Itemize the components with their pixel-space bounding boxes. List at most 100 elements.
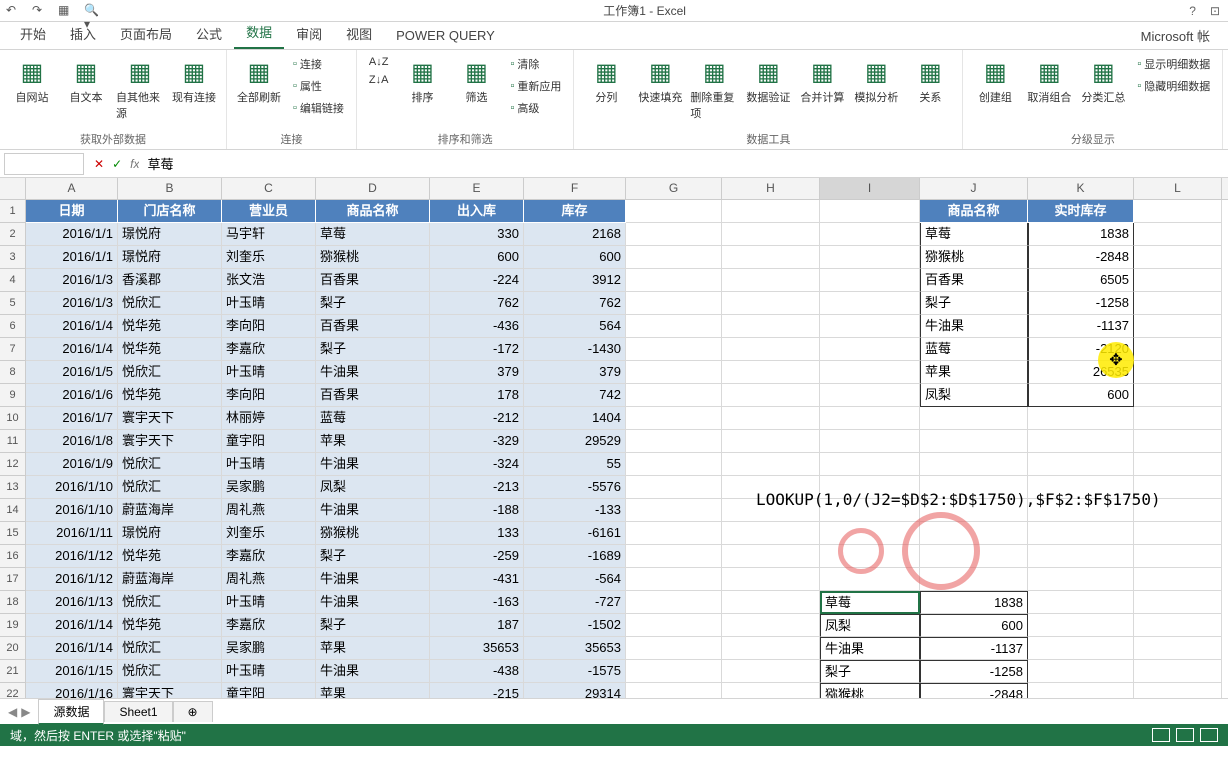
- cell[interactable]: [1134, 614, 1222, 637]
- cell[interactable]: -5576: [524, 476, 626, 499]
- cell[interactable]: [820, 269, 920, 292]
- row-header[interactable]: 2: [0, 223, 25, 246]
- cell[interactable]: [920, 453, 1028, 476]
- cell[interactable]: 璟悦府: [118, 223, 222, 246]
- fx-icon[interactable]: fx: [130, 157, 139, 171]
- cell[interactable]: [1134, 246, 1222, 269]
- cell[interactable]: [722, 430, 820, 453]
- cell[interactable]: [1028, 614, 1134, 637]
- col-header-F[interactable]: F: [524, 178, 626, 199]
- normal-view-icon[interactable]: [1152, 728, 1170, 742]
- cell[interactable]: 762: [524, 292, 626, 315]
- cell[interactable]: 蔚蓝海岸: [118, 499, 222, 522]
- cell[interactable]: -1575: [524, 660, 626, 683]
- cell[interactable]: 2016/1/3: [26, 292, 118, 315]
- cell[interactable]: [722, 568, 820, 591]
- cell[interactable]: 133: [430, 522, 524, 545]
- cell[interactable]: -324: [430, 453, 524, 476]
- cell[interactable]: [1134, 292, 1222, 315]
- cell[interactable]: 悦欣汇: [118, 476, 222, 499]
- ribbon-small-编辑链接[interactable]: ▫ 编辑链接: [289, 98, 348, 118]
- cell[interactable]: [1134, 315, 1222, 338]
- ribbon-btn-筛选[interactable]: ▦筛选: [452, 54, 500, 105]
- ribbon-tab-6[interactable]: 视图: [334, 19, 384, 49]
- cell[interactable]: [1134, 384, 1222, 407]
- cell[interactable]: [722, 384, 820, 407]
- cell[interactable]: 梨子: [316, 545, 430, 568]
- ribbon-btn-自网站[interactable]: ▦自网站: [8, 54, 56, 105]
- row-header[interactable]: 22: [0, 683, 25, 698]
- page-break-view-icon[interactable]: [1200, 728, 1218, 742]
- name-box[interactable]: [4, 153, 84, 175]
- ribbon-tab-7[interactable]: POWER QUERY: [384, 23, 507, 49]
- cell[interactable]: 2016/1/7: [26, 407, 118, 430]
- cell[interactable]: [626, 223, 722, 246]
- select-all-cell[interactable]: [0, 178, 26, 199]
- cell[interactable]: 2016/1/4: [26, 338, 118, 361]
- header-cell[interactable]: [820, 200, 920, 223]
- ribbon-btn-创建组[interactable]: ▦创建组: [971, 54, 1019, 105]
- cell[interactable]: -1258: [1028, 292, 1134, 315]
- cell[interactable]: 璟悦府: [118, 522, 222, 545]
- cell[interactable]: 李向阳: [222, 384, 316, 407]
- cell[interactable]: 2016/1/12: [26, 545, 118, 568]
- ribbon-small-清除[interactable]: ▫ 清除: [506, 54, 565, 74]
- cell[interactable]: 35653: [524, 637, 626, 660]
- cell[interactable]: 379: [524, 361, 626, 384]
- cell[interactable]: 凤梨: [820, 614, 920, 637]
- cell[interactable]: 2016/1/14: [26, 637, 118, 660]
- page-layout-view-icon[interactable]: [1176, 728, 1194, 742]
- ribbon-btn-全部刷新[interactable]: ▦全部刷新: [235, 54, 283, 105]
- cell[interactable]: [626, 683, 722, 698]
- cell[interactable]: -188: [430, 499, 524, 522]
- cell[interactable]: [820, 361, 920, 384]
- cell[interactable]: 香溪郡: [118, 269, 222, 292]
- cell[interactable]: [820, 545, 920, 568]
- cell[interactable]: [1134, 338, 1222, 361]
- cell[interactable]: -1689: [524, 545, 626, 568]
- cell[interactable]: [626, 292, 722, 315]
- cell[interactable]: 2016/1/14: [26, 614, 118, 637]
- cell[interactable]: -436: [430, 315, 524, 338]
- row-header[interactable]: 10: [0, 407, 25, 430]
- cell[interactable]: 牛油果: [820, 637, 920, 660]
- cell[interactable]: 百香果: [920, 269, 1028, 292]
- cell[interactable]: -2120: [1028, 338, 1134, 361]
- cell[interactable]: 叶玉晴: [222, 292, 316, 315]
- cell[interactable]: [626, 545, 722, 568]
- sort-btn[interactable]: Z↓A: [365, 72, 393, 88]
- row-header[interactable]: 20: [0, 637, 25, 660]
- ribbon-btn-关系[interactable]: ▦关系: [906, 54, 954, 105]
- cell[interactable]: -1137: [1028, 315, 1134, 338]
- cell[interactable]: 2016/1/10: [26, 499, 118, 522]
- col-header-E[interactable]: E: [430, 178, 524, 199]
- formula-bar[interactable]: [139, 154, 1228, 173]
- cell[interactable]: 叶玉晴: [222, 660, 316, 683]
- grid-icon[interactable]: ▦: [58, 3, 74, 19]
- header-cell[interactable]: 库存: [524, 200, 626, 223]
- undo-icon[interactable]: ↶: [6, 3, 22, 19]
- cell[interactable]: 猕猴桃: [316, 246, 430, 269]
- cell[interactable]: -1430: [524, 338, 626, 361]
- cell[interactable]: 草莓: [316, 223, 430, 246]
- cell[interactable]: [722, 522, 820, 545]
- cell[interactable]: [1134, 522, 1222, 545]
- cell[interactable]: [1028, 591, 1134, 614]
- cell[interactable]: -213: [430, 476, 524, 499]
- cell[interactable]: [820, 407, 920, 430]
- cell[interactable]: 悦华苑: [118, 614, 222, 637]
- cell[interactable]: -6161: [524, 522, 626, 545]
- cell[interactable]: 草莓: [920, 223, 1028, 246]
- cell[interactable]: -212: [430, 407, 524, 430]
- cell[interactable]: 762: [430, 292, 524, 315]
- redo-icon[interactable]: ↷: [32, 3, 48, 19]
- cell[interactable]: [626, 476, 722, 499]
- row-header[interactable]: 6: [0, 315, 25, 338]
- ribbon-small-高级[interactable]: ▫ 高级: [506, 98, 565, 118]
- header-cell[interactable]: 日期: [26, 200, 118, 223]
- col-header-B[interactable]: B: [118, 178, 222, 199]
- row-header[interactable]: 1: [0, 200, 25, 223]
- col-header-K[interactable]: K: [1028, 178, 1134, 199]
- cell[interactable]: 600: [524, 246, 626, 269]
- cell[interactable]: [626, 246, 722, 269]
